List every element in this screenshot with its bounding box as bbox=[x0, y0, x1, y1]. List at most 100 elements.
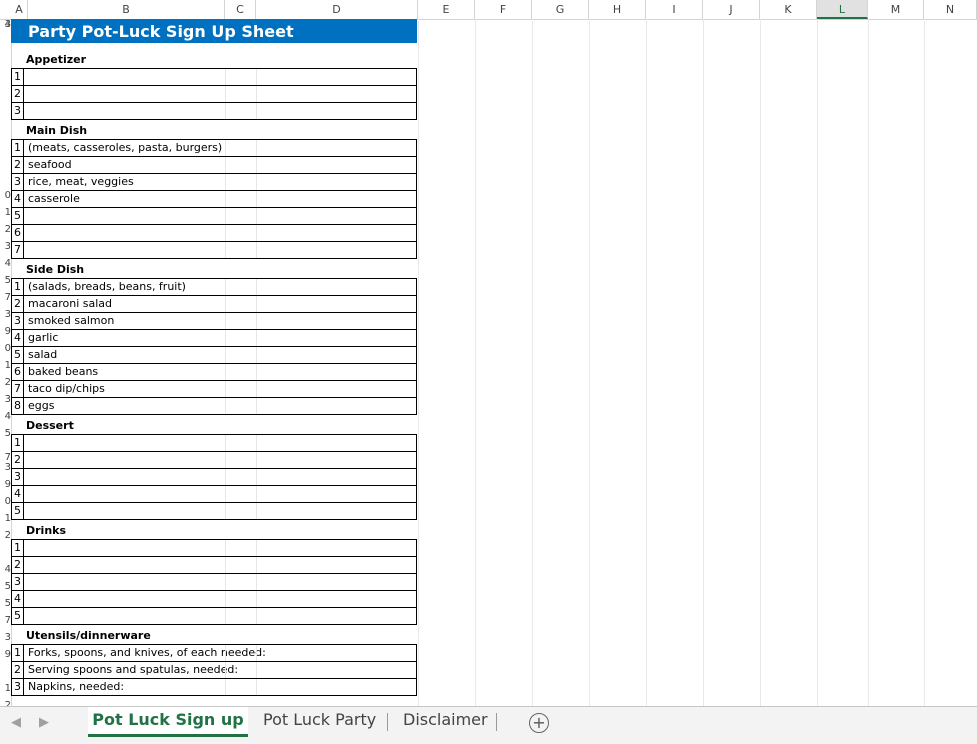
row-header[interactable]: 1 bbox=[0, 683, 11, 694]
table-row[interactable]: 3 Napkins, needed: bbox=[11, 679, 417, 696]
row-header[interactable]: 0 bbox=[0, 190, 11, 201]
table-row[interactable]: 2 Serving spoons and spatulas, needed: bbox=[11, 662, 417, 679]
column-header-c[interactable]: C bbox=[225, 0, 256, 19]
column-header-k[interactable]: K bbox=[760, 0, 817, 19]
table-row[interactable]: 6 baked beans bbox=[11, 364, 417, 381]
row-header[interactable]: 1 bbox=[0, 207, 11, 218]
table-row[interactable]: 3 bbox=[11, 574, 417, 591]
row-text[interactable]: eggs bbox=[28, 398, 54, 414]
column-header-j[interactable]: J bbox=[703, 0, 760, 19]
row-header[interactable]: 3 bbox=[0, 241, 11, 252]
row-header[interactable]: 9 bbox=[0, 649, 11, 660]
row-text[interactable]: rice, meat, veggies bbox=[28, 174, 134, 190]
row-header[interactable]: 5 bbox=[0, 598, 11, 609]
table-row[interactable]: 1 bbox=[11, 434, 417, 452]
row-header[interactable]: 4 bbox=[0, 258, 11, 269]
column-header-a[interactable]: A bbox=[11, 0, 28, 19]
row-header[interactable]: 3 bbox=[0, 394, 11, 405]
row-text[interactable]: macaroni salad bbox=[28, 296, 112, 312]
row-text[interactable]: baked beans bbox=[28, 364, 98, 380]
table-row[interactable]: 2 bbox=[11, 557, 417, 574]
row-text[interactable]: Forks, spoons, and knives, of each neede… bbox=[28, 645, 266, 661]
column-header-l[interactable]: L bbox=[817, 0, 868, 19]
table-row[interactable]: 3 rice, meat, veggies bbox=[11, 174, 417, 191]
row-header[interactable]: 1 bbox=[0, 360, 11, 371]
column-header-m[interactable]: M bbox=[868, 0, 924, 19]
column-header-h[interactable]: H bbox=[589, 0, 646, 19]
row-text[interactable]: Serving spoons and spatulas, needed: bbox=[28, 662, 238, 678]
row-text[interactable]: casserole bbox=[28, 191, 80, 207]
section-label[interactable]: Side Dish bbox=[26, 263, 84, 276]
table-row[interactable]: 4 bbox=[11, 486, 417, 503]
section-label[interactable]: Utensils/dinnerware bbox=[26, 629, 151, 642]
row-text[interactable]: smoked salmon bbox=[28, 313, 114, 329]
row-header[interactable]: 7 bbox=[0, 292, 11, 303]
row-text[interactable]: taco dip/chips bbox=[28, 381, 105, 397]
column-header-b[interactable]: B bbox=[28, 0, 225, 19]
triangle-left-icon[interactable]: ◀ bbox=[11, 715, 21, 730]
tab-disclaimer[interactable]: Disclaimer bbox=[403, 707, 488, 737]
table-row[interactable]: 6 bbox=[11, 225, 417, 242]
table-row[interactable]: 4 bbox=[11, 591, 417, 608]
triangle-right-icon[interactable]: ▶ bbox=[39, 715, 49, 730]
row-text[interactable]: seafood bbox=[28, 157, 72, 173]
table-row[interactable]: 2 macaroni salad bbox=[11, 296, 417, 313]
table-row[interactable]: 2 bbox=[11, 86, 417, 103]
table-row[interactable]: 7 bbox=[11, 242, 417, 259]
table-row[interactable]: 1 (salads, breads, beans, fruit) bbox=[11, 278, 417, 296]
row-header[interactable]: 3 bbox=[0, 309, 11, 320]
row-text[interactable]: garlic bbox=[28, 330, 58, 346]
tab-pot-luck-party[interactable]: Pot Luck Party bbox=[263, 707, 376, 737]
table-row[interactable]: 5 bbox=[11, 208, 417, 225]
column-header-d[interactable]: D bbox=[256, 0, 418, 19]
row-header[interactable]: 9 bbox=[0, 479, 11, 490]
row-header[interactable]: 5 bbox=[0, 428, 11, 439]
row-header[interactable]: 5 bbox=[0, 581, 11, 592]
row-header[interactable]: 3 bbox=[0, 462, 11, 473]
table-row[interactable]: 2 seafood bbox=[11, 157, 417, 174]
row-text[interactable]: Napkins, needed: bbox=[28, 679, 124, 695]
section-label[interactable]: Dessert bbox=[26, 419, 74, 432]
table-row[interactable]: 5 bbox=[11, 608, 417, 625]
row-header[interactable]: 9 bbox=[0, 326, 11, 337]
table-row[interactable]: 3 smoked salmon bbox=[11, 313, 417, 330]
row-header[interactable]: 4 bbox=[0, 564, 11, 575]
table-row[interactable]: 1 Forks, spoons, and knives, of each need… bbox=[11, 644, 417, 662]
row-header[interactable]: 0 bbox=[0, 343, 11, 354]
row-text[interactable]: (salads, breads, beans, fruit) bbox=[28, 279, 186, 295]
table-row[interactable]: 8 eggs bbox=[11, 398, 417, 415]
table-row[interactable]: 1 (meats, casseroles, pasta, burgers) bbox=[11, 139, 417, 157]
column-header-i[interactable]: I bbox=[646, 0, 703, 19]
table-row[interactable]: 3 bbox=[11, 469, 417, 486]
section-label[interactable]: Drinks bbox=[26, 524, 66, 537]
row-header[interactable]: 4 bbox=[0, 411, 11, 422]
table-row[interactable]: 1 bbox=[11, 68, 417, 86]
sheet-title[interactable]: Party Pot-Luck Sign Up Sheet bbox=[11, 19, 417, 43]
table-row[interactable]: 4 casserole bbox=[11, 191, 417, 208]
row-header[interactable]: 2 bbox=[0, 377, 11, 388]
column-header-n[interactable]: N bbox=[924, 0, 977, 19]
column-header-e[interactable]: E bbox=[418, 0, 475, 19]
table-row[interactable]: 4 garlic bbox=[11, 330, 417, 347]
section-label[interactable]: Main Dish bbox=[26, 124, 87, 137]
column-header-f[interactable]: F bbox=[475, 0, 532, 19]
row-header[interactable]: 0 bbox=[0, 496, 11, 507]
table-row[interactable]: 5 bbox=[11, 503, 417, 520]
row-header[interactable]: 5 bbox=[0, 275, 11, 286]
row-header[interactable]: 2 bbox=[0, 224, 11, 235]
table-row[interactable]: 2 bbox=[11, 452, 417, 469]
row-text[interactable]: (meats, casseroles, pasta, burgers) bbox=[28, 140, 222, 156]
row-text[interactable]: salad bbox=[28, 347, 57, 363]
table-row[interactable]: 3 bbox=[11, 103, 417, 120]
table-row[interactable]: 1 bbox=[11, 539, 417, 557]
column-header-g[interactable]: G bbox=[532, 0, 589, 19]
plus-circle-icon[interactable]: + bbox=[529, 713, 549, 733]
tab-pot-luck-sign-up[interactable]: Pot Luck Sign up bbox=[88, 707, 248, 737]
row-header[interactable]: 1 bbox=[0, 513, 11, 524]
table-row[interactable]: 7 taco dip/chips bbox=[11, 381, 417, 398]
row-header[interactable]: 7 bbox=[0, 615, 11, 626]
section-label[interactable]: Appetizer bbox=[26, 53, 86, 66]
table-row[interactable]: 5 salad bbox=[11, 347, 417, 364]
row-header[interactable]: 3 bbox=[0, 632, 11, 643]
row-header[interactable]: 2 bbox=[0, 530, 11, 541]
